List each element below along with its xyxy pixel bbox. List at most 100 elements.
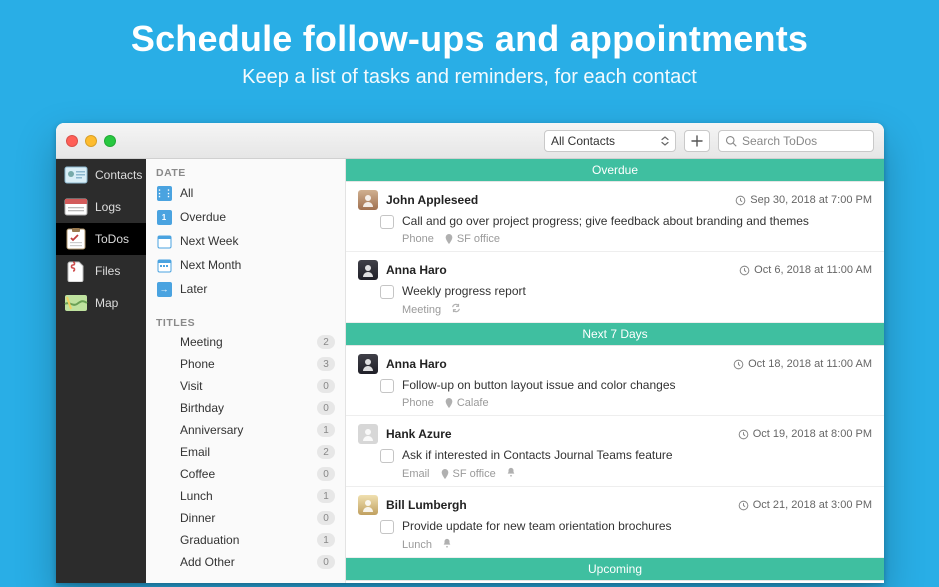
bell-icon: [442, 538, 452, 551]
avatar: [358, 260, 378, 280]
title-filter-phone[interactable]: Phone3: [146, 353, 345, 375]
todo-meta: Lunch: [402, 538, 872, 551]
date-filter-all[interactable]: ⋮⋮All: [146, 181, 345, 205]
date-filter-overdue[interactable]: 1Overdue: [146, 205, 345, 229]
count-badge: 0: [317, 511, 335, 525]
todo-item[interactable]: Hank Azure Oct 19, 2018 at 8:00 PM Ask i…: [346, 416, 884, 487]
section-header: Next 7 Days: [346, 323, 884, 346]
filter-label: Dinner: [180, 511, 215, 525]
count-badge: 3: [317, 357, 335, 371]
avatar: [358, 190, 378, 210]
date-filter-next-month[interactable]: Next Month: [146, 253, 345, 277]
scope-popup[interactable]: All Contacts: [544, 130, 676, 152]
todo-meta: Email SF office: [402, 467, 872, 480]
add-button[interactable]: [684, 130, 710, 152]
todo-item[interactable]: Anna Haro Oct 18, 2018 at 11:00 AM Follo…: [346, 346, 884, 416]
title-filter-add-other[interactable]: Add Other 0: [146, 551, 345, 573]
section-header: Upcoming: [346, 558, 884, 581]
avatar: [358, 495, 378, 515]
filter-label: Lunch: [180, 489, 213, 503]
filter-label: Later: [180, 282, 207, 296]
close-icon[interactable]: [66, 135, 78, 147]
filter-label: Visit: [180, 379, 202, 393]
search-input[interactable]: Search ToDos: [718, 130, 874, 152]
title-filter-lunch[interactable]: Lunch 1: [146, 485, 345, 507]
toolbar: All Contacts Search ToDos: [544, 130, 874, 152]
app-window: All Contacts Search ToDos Contacts Logs To…: [56, 123, 884, 583]
todo-date: Oct 6, 2018 at 11:00 AM: [739, 264, 872, 276]
checkbox[interactable]: [380, 285, 394, 299]
nav-item-logs[interactable]: Logs: [56, 191, 146, 223]
title-filter-coffee[interactable]: Coffee 0: [146, 463, 345, 485]
titlebar: All Contacts Search ToDos: [56, 123, 884, 159]
search-icon: [725, 135, 737, 147]
date-filter-later[interactable]: →Later: [146, 277, 345, 301]
count-badge: 0: [317, 401, 335, 415]
todo-location: SF office: [444, 233, 500, 245]
todo-item[interactable]: John Appleseed Nov 1, 2018 at 2:00 PM Ca…: [346, 581, 884, 583]
checkbox[interactable]: [380, 449, 394, 463]
zoom-icon[interactable]: [104, 135, 116, 147]
checkbox[interactable]: [380, 215, 394, 229]
count-badge: 0: [317, 555, 335, 569]
filter-label: Coffee: [180, 467, 215, 481]
title-filter-anniversary[interactable]: Anniversary 1: [146, 419, 345, 441]
title-filter-dinner[interactable]: Dinner 0: [146, 507, 345, 529]
plus-icon: [691, 135, 703, 147]
filter-label: Birthday: [180, 401, 224, 415]
todo-date: Oct 18, 2018 at 11:00 AM: [733, 358, 872, 370]
todo-item[interactable]: John Appleseed Sep 30, 2018 at 7:00 PM C…: [346, 182, 884, 252]
title-filter-email[interactable]: Email2: [146, 441, 345, 463]
title-filter-visit[interactable]: Visit0: [146, 375, 345, 397]
title-filter-graduation[interactable]: Graduation1: [146, 529, 345, 551]
calendar-icon: [156, 233, 172, 249]
todo-meta: PhoneCalafe: [402, 397, 872, 409]
filter-label: Add Other: [180, 555, 235, 569]
todo-meta: Meeting: [402, 303, 872, 316]
date-filter-next-week[interactable]: Next Week: [146, 229, 345, 253]
filter-label: Overdue: [180, 210, 226, 224]
checkbox[interactable]: [380, 379, 394, 393]
traffic-lights: [66, 135, 116, 147]
nav-item-contacts[interactable]: Contacts: [56, 159, 146, 191]
count-badge: 1: [317, 489, 335, 503]
repeat-icon: [451, 303, 461, 316]
nav-item-files[interactable]: Files: [56, 255, 146, 287]
filter-label: Anniversary: [180, 423, 243, 437]
title-filter-birthday[interactable]: Birthday 0: [146, 397, 345, 419]
contact-name: Bill Lumbergh: [386, 498, 467, 512]
calendar-icon: [156, 257, 172, 273]
nav-item-todos[interactable]: ToDos: [56, 223, 146, 255]
nav-label: Logs: [95, 200, 121, 214]
avatar: [358, 354, 378, 374]
filter-label: Email: [180, 445, 210, 459]
todo-item[interactable]: Bill Lumbergh Oct 21, 2018 at 3:00 PM Pr…: [346, 487, 884, 558]
minimize-icon[interactable]: [85, 135, 97, 147]
todo-description: Ask if interested in Contacts Journal Te…: [402, 448, 872, 462]
todo-kind: Phone: [402, 233, 434, 245]
calendar-icon: ⋮⋮: [156, 185, 172, 201]
map-icon: [64, 294, 88, 312]
hero-subtitle: Keep a list of tasks and reminders, for …: [0, 66, 939, 89]
todo-item[interactable]: Anna Haro Oct 6, 2018 at 11:00 AM Weekly…: [346, 252, 884, 323]
checkbox[interactable]: [380, 520, 394, 534]
todo-kind: Email: [402, 468, 430, 480]
todo-list: Overdue John Appleseed Sep 30, 2018 at 7…: [346, 159, 884, 583]
sidebar-nav: Contacts Logs ToDos Files Map: [56, 159, 146, 583]
todo-description: Provide update for new team orientation …: [402, 519, 872, 533]
count-badge: 0: [317, 467, 335, 481]
count-badge: 1: [317, 423, 335, 437]
title-filter-meeting[interactable]: Meeting2: [146, 331, 345, 353]
nav-label: Contacts: [95, 168, 142, 182]
todo-date: Oct 19, 2018 at 8:00 PM: [738, 428, 872, 440]
count-badge: 2: [317, 335, 335, 349]
nav-item-map[interactable]: Map: [56, 287, 146, 319]
nav-label: Files: [95, 264, 120, 278]
section-header: Overdue: [346, 159, 884, 182]
todo-location: SF office: [440, 468, 496, 480]
todo-date: Oct 21, 2018 at 3:00 PM: [738, 499, 872, 511]
contacts-icon: [64, 166, 88, 184]
chevron-updown-icon: [661, 136, 669, 146]
todo-description: Call and go over project progress; give …: [402, 214, 872, 228]
filter-label: Next Week: [180, 234, 238, 248]
